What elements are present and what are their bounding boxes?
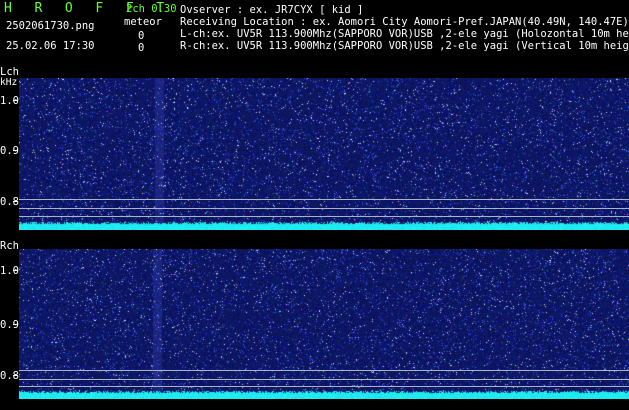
meteor-count-rch: 0 [138,42,145,54]
lch-ytick-label: 1.0 [0,95,19,107]
lch-reference-line [19,216,629,217]
lch-receiver-line: L-ch:ex. UV5R 113.900Mhz(SAPPORO VOR)USB… [180,28,629,40]
location-line: Receiving Location : ex. Aomori City Aom… [180,16,629,28]
lch-ytick-mark [13,201,18,202]
rch-ytick-mark [13,324,18,325]
filename-label: 2502061730.png [6,20,95,32]
meteor-label: meteor [124,16,162,28]
rch-ytick-label: 0.9 [0,319,19,331]
rch-reference-line [19,370,629,371]
lch-reference-line [19,199,629,200]
rch-ytick-label: 0.8 [0,370,19,382]
rch-ytick-mark [13,270,18,271]
lch-ytick-mark [13,150,18,151]
lch-spectrogram [19,78,629,230]
lch-ytick-mark [13,100,18,101]
rch-spectrogram [19,249,629,399]
lch-ytick-label: 0.8 [0,196,19,208]
lch-unit: kHz [0,77,18,88]
rch-title: Rch [0,240,19,252]
rch-reference-line [19,379,629,380]
datetime-label: 25.02.06 17:30 [6,40,95,52]
lch-ytick-label: 0.9 [0,145,19,157]
lch-reference-line [19,208,629,209]
rch-reference-line [19,386,629,387]
observer-line: Ovserver : ex. JR7CYX [ kid ] [180,4,364,16]
meteor-count-lch: 0 [138,30,145,42]
rch-receiver-line: R-ch:ex. UV5R 113.900Mhz(SAPPORO VOR)USB… [180,40,629,52]
rch-ytick-mark [13,375,18,376]
rch-ytick-label: 1.0 [0,265,19,277]
version-label: 2ch 0.30 [126,3,177,15]
